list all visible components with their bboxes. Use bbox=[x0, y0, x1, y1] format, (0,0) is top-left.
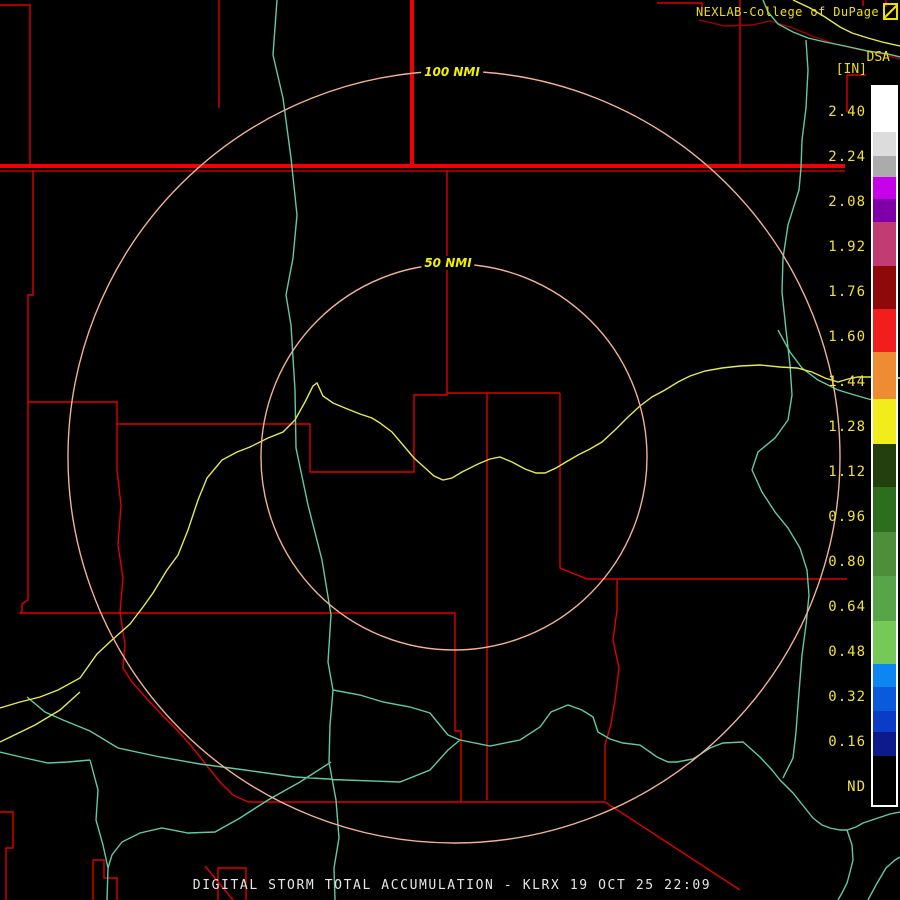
colorbar-label: 2.24 bbox=[828, 149, 866, 165]
river-lines bbox=[0, 0, 900, 900]
header: NEXLAB-College of DuPage bbox=[696, 3, 898, 20]
colorbar-segment bbox=[873, 156, 896, 177]
highway-lines bbox=[0, 0, 900, 743]
colorbar-segment bbox=[873, 399, 896, 444]
colorbar-segment bbox=[873, 664, 896, 687]
colorbar-label: 1.92 bbox=[828, 239, 866, 255]
colorbar-label: 1.12 bbox=[828, 464, 866, 480]
colorbar-label: 1.76 bbox=[828, 284, 866, 300]
product-title-text: DIGITAL STORM TOTAL ACCUMULATION - KLRX … bbox=[192, 878, 712, 893]
colorbar-label: 0.48 bbox=[828, 644, 866, 660]
colorbar-segment bbox=[873, 756, 896, 804]
colorbar-label: 1.60 bbox=[828, 329, 866, 345]
range-ring-100nmi bbox=[67, 70, 841, 844]
colorbar-segment bbox=[873, 532, 896, 576]
colorbar-segment bbox=[873, 487, 896, 532]
colorbar-segment bbox=[873, 352, 896, 399]
colorbar-segment bbox=[873, 132, 896, 156]
colorbar-segment bbox=[873, 732, 896, 756]
colorbar-segment bbox=[873, 222, 896, 266]
colorbar-label: 0.80 bbox=[828, 554, 866, 570]
colorbar-label: 0.64 bbox=[828, 599, 866, 615]
range-rings bbox=[67, 70, 841, 844]
radar-map bbox=[0, 0, 900, 900]
colorbar-segment bbox=[873, 711, 896, 732]
colorbar-label: ND bbox=[847, 779, 866, 795]
colorbar-segment bbox=[873, 266, 896, 309]
ring-label-100nmi: 100 NMI bbox=[421, 65, 483, 79]
colorbar-label: 1.44 bbox=[828, 374, 866, 390]
colorbar-label: 2.08 bbox=[828, 194, 866, 210]
colorbar-segment bbox=[873, 444, 896, 487]
colorbar-segment bbox=[873, 687, 896, 711]
radar-display: 100 NMI 50 NMI NEXLAB-College of DuPage … bbox=[0, 0, 900, 900]
colorbar-segment bbox=[873, 177, 896, 199]
cod-flag-icon bbox=[883, 3, 898, 20]
ring-label-50nmi: 50 NMI bbox=[421, 256, 475, 270]
county-boundary-lines bbox=[0, 0, 887, 900]
colorbar-label: 2.40 bbox=[828, 104, 866, 120]
colorbar-segment bbox=[873, 87, 896, 132]
colorbar-segment bbox=[873, 621, 896, 664]
colorbar-label: 0.96 bbox=[828, 509, 866, 525]
colorbar-label: 1.28 bbox=[828, 419, 866, 435]
colorbar-segment bbox=[873, 199, 896, 222]
range-ring-50nmi bbox=[260, 263, 648, 651]
colorbar-segment bbox=[873, 309, 896, 352]
colorbar-segment bbox=[873, 576, 896, 621]
site-title: NEXLAB-College of DuPage bbox=[696, 4, 879, 19]
state-boundary-lines bbox=[0, 0, 845, 172]
colorbar-segments bbox=[873, 87, 896, 804]
colorbar-label: 0.16 bbox=[828, 734, 866, 750]
product-units: [IN] bbox=[835, 62, 867, 77]
product-code: DSA bbox=[866, 50, 890, 65]
colorbar bbox=[871, 85, 898, 807]
colorbar-label: 0.32 bbox=[828, 689, 866, 705]
